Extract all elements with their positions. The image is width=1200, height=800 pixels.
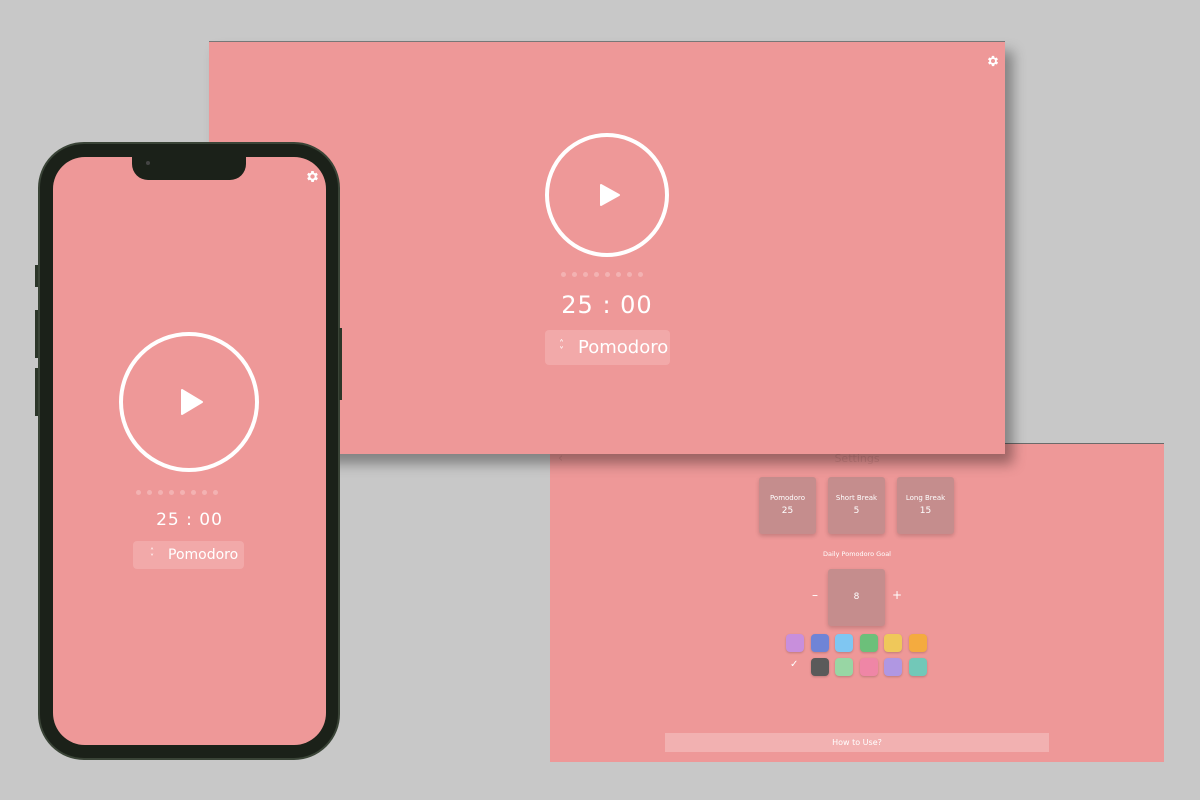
phone-side-button (339, 328, 342, 400)
duration-label: Long Break (905, 494, 946, 502)
duration-value: 5 (853, 506, 860, 516)
play-icon (600, 184, 620, 206)
color-swatch[interactable] (884, 658, 902, 676)
color-swatch[interactable] (810, 634, 829, 652)
session-dot (638, 272, 643, 277)
phone-side-button (35, 265, 38, 287)
session-dot (213, 490, 218, 495)
session-dots (136, 490, 218, 495)
mode-selector[interactable]: ˄ ˅ Pomodoro (133, 541, 244, 569)
goal-increment-button[interactable]: + (892, 588, 902, 602)
color-swatch[interactable] (859, 658, 878, 676)
color-swatch[interactable] (810, 658, 829, 676)
session-dot (191, 490, 196, 495)
pomodoro-duration-card[interactable]: Pomodoro 25 (759, 477, 816, 534)
daily-goal-value[interactable]: 8 (828, 569, 885, 626)
duration-value: 25 (781, 506, 794, 516)
color-swatch[interactable] (786, 634, 804, 652)
mode-label: Pomodoro (578, 337, 669, 358)
mode-label: Pomodoro (168, 547, 239, 563)
phone-screen: 25 : 00 ˄ ˅ Pomodoro (53, 157, 326, 745)
play-icon (181, 389, 203, 415)
phone-side-button (35, 310, 38, 358)
session-dot (180, 490, 185, 495)
goal-decrement-button[interactable]: – (812, 588, 818, 602)
session-dot (627, 272, 632, 277)
settings-panel: ‹ Settings Pomodoro 25 Short Break 5 Lon… (550, 443, 1164, 762)
color-swatch[interactable] (908, 634, 927, 652)
gear-icon[interactable] (986, 54, 1000, 68)
color-swatch[interactable] (908, 658, 927, 676)
long-break-duration-card[interactable]: Long Break 15 (897, 477, 954, 534)
color-swatch[interactable] (884, 634, 902, 652)
camera-icon (146, 161, 150, 165)
session-dot (594, 272, 599, 277)
session-dot (616, 272, 621, 277)
session-dot (169, 490, 174, 495)
how-to-use-button[interactable]: How to Use? (665, 733, 1049, 752)
session-dot (147, 490, 152, 495)
chevron-up-down-icon: ˄ ˅ (150, 547, 154, 562)
session-dot (202, 490, 207, 495)
phone-notch (132, 157, 246, 180)
session-dot (583, 272, 588, 277)
gear-icon[interactable] (305, 169, 320, 184)
selected-color-check-icon: ✓ (790, 659, 799, 670)
play-button[interactable] (545, 133, 669, 257)
short-break-duration-card[interactable]: Short Break 5 (828, 477, 885, 534)
session-dots (561, 272, 643, 277)
color-swatch[interactable] (835, 634, 853, 652)
session-dot (605, 272, 610, 277)
daily-goal-label: Daily Pomodoro Goal (823, 550, 891, 558)
phone-side-button (35, 368, 38, 416)
play-button[interactable] (119, 332, 259, 472)
session-dot (158, 490, 163, 495)
timer-display: 25 : 00 (156, 510, 223, 530)
session-dot (561, 272, 566, 277)
session-dot (136, 490, 141, 495)
chevron-up-down-icon: ˄ ˅ (559, 338, 564, 357)
duration-value: 15 (919, 506, 932, 516)
session-dot (572, 272, 577, 277)
color-swatch[interactable] (859, 634, 878, 652)
duration-label: Short Break (835, 494, 878, 502)
duration-label: Pomodoro (769, 494, 806, 502)
mode-selector[interactable]: ˄ ˅ Pomodoro (545, 330, 670, 365)
color-swatch[interactable] (835, 658, 853, 676)
